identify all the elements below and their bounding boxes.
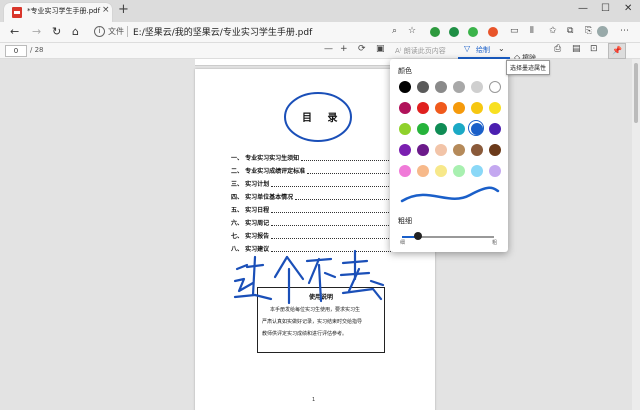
read-aloud-button[interactable]: A⁾ 朗读此页内容 <box>395 46 446 56</box>
zoom-icon[interactable]: ⌕ <box>392 26 397 36</box>
pdf-file-icon <box>12 7 22 18</box>
info-icon[interactable]: i <box>94 26 105 37</box>
maximize-button[interactable]: ☐ <box>601 3 610 14</box>
extension-red-icon[interactable] <box>488 27 498 37</box>
reading-list-icon[interactable]: ▭ <box>510 26 519 36</box>
color-swatch[interactable] <box>453 165 465 177</box>
stroke-preview <box>400 186 500 203</box>
zoom-out-button[interactable]: — <box>324 44 333 54</box>
color-swatch[interactable] <box>399 123 411 135</box>
page-number-input[interactable]: 0 <box>5 45 27 57</box>
tooltip: 选择墨迹属性 <box>506 60 551 75</box>
omnibox[interactable]: i 文件 E:/坚果云/我的坚果云/专业实习学生手册.pdf <box>90 24 410 39</box>
color-swatch[interactable] <box>399 102 411 114</box>
thick-label: 粗 <box>492 240 498 246</box>
color-swatch[interactable] <box>399 165 411 177</box>
pin-toolbar-icon[interactable]: 📌 <box>608 43 626 59</box>
color-swatch[interactable] <box>489 102 501 114</box>
file-label: 文件 <box>108 27 124 36</box>
color-swatch[interactable] <box>453 123 465 135</box>
tab-active[interactable]: *专业实习学生手册.pdf × <box>4 3 112 22</box>
color-swatch[interactable] <box>471 81 483 93</box>
scrollbar[interactable] <box>632 59 640 410</box>
refresh-button[interactable]: ↻ <box>52 25 61 38</box>
browser-window: *专业实习学生手册.pdf × + — ☐ ✕ ← → ↻ ⌂ i 文件 E:/… <box>0 0 640 410</box>
draw-button[interactable]: ▽ 绘制 ⌄ <box>458 44 510 59</box>
color-swatch[interactable] <box>435 102 447 114</box>
draw-label: 绘制 <box>476 46 490 54</box>
favorites-icon[interactable]: ✩ <box>549 26 557 36</box>
new-tab-button[interactable]: + <box>118 3 129 17</box>
color-swatch[interactable] <box>489 165 501 177</box>
thickness-label: 粗细 <box>398 217 412 225</box>
share-icon[interactable]: ⎘ <box>585 26 592 36</box>
favorite-star-icon[interactable]: ☆ <box>408 26 416 36</box>
ink-handwriting <box>233 249 385 305</box>
pdf-toolbar: 0 / 28 — + ⟳ ▣ A⁾ 朗读此页内容 ▽ 绘制 ⌄ ◇ 擦除 ⎙ ▤ … <box>0 43 640 62</box>
color-swatch[interactable] <box>453 144 465 156</box>
rotate-icon[interactable]: ⟳ <box>358 44 366 54</box>
close-window-button[interactable]: ✕ <box>624 3 632 14</box>
tab-title: *专业实习学生手册.pdf <box>27 7 101 15</box>
color-swatch[interactable] <box>399 144 411 156</box>
color-swatch[interactable] <box>417 123 429 135</box>
more-menu-icon[interactable]: ⋯ <box>620 26 629 36</box>
color-swatch[interactable] <box>471 165 483 177</box>
page-total: / 28 <box>30 46 44 54</box>
address-bar: ← → ↻ ⌂ i 文件 E:/坚果云/我的坚果云/专业实习学生手册.pdf ⌕… <box>0 22 640 43</box>
forward-button[interactable]: → <box>32 25 41 38</box>
extension-evernote-icon[interactable] <box>449 27 459 37</box>
fit-page-icon[interactable]: ▣ <box>376 44 385 54</box>
extension-green-icon[interactable] <box>430 27 440 37</box>
color-swatch[interactable] <box>471 102 483 114</box>
color-swatch[interactable] <box>417 165 429 177</box>
color-swatch[interactable] <box>399 81 411 93</box>
color-swatch[interactable] <box>489 144 501 156</box>
color-swatch[interactable] <box>435 165 447 177</box>
ink-circle <box>284 92 352 142</box>
color-swatch[interactable] <box>489 81 501 93</box>
back-button[interactable]: ← <box>10 25 19 38</box>
color-swatch[interactable] <box>471 144 483 156</box>
thickness-slider-thumb[interactable] <box>414 232 422 240</box>
zoom-in-button[interactable]: + <box>340 44 348 54</box>
color-swatch[interactable] <box>453 81 465 93</box>
save-icon[interactable]: ▤ <box>572 44 581 54</box>
color-swatch[interactable] <box>435 123 447 135</box>
color-swatch[interactable] <box>435 81 447 93</box>
profile-avatar[interactable] <box>597 26 608 37</box>
ink-properties-flyout: 颜色 粗细 细 粗 <box>390 59 508 252</box>
omnibox-divider <box>127 26 128 37</box>
chevron-down-icon[interactable]: ⌄ <box>498 44 505 53</box>
save-as-icon[interactable]: ⊡ <box>590 44 598 54</box>
color-label: 颜色 <box>398 67 412 75</box>
color-swatch[interactable] <box>417 102 429 114</box>
home-button[interactable]: ⌂ <box>72 25 79 38</box>
url-text[interactable]: E:/坚果云/我的坚果云/专业实习学生手册.pdf <box>133 25 312 38</box>
print-icon[interactable]: ⎙ <box>554 44 561 54</box>
thin-label: 细 <box>400 240 406 246</box>
color-swatch[interactable] <box>435 144 447 156</box>
tab-close-icon[interactable]: × <box>102 5 110 15</box>
draw-pen-icon: ▽ <box>464 44 471 53</box>
tab-strip: *专业实习学生手册.pdf × + — ☐ ✕ <box>0 0 640 22</box>
split-screen-icon[interactable]: ⫴ <box>530 26 534 36</box>
extension-shield-icon[interactable] <box>468 27 478 37</box>
color-swatch[interactable] <box>453 102 465 114</box>
collections-icon[interactable]: ⧉ <box>567 26 573 36</box>
scrollbar-thumb[interactable] <box>634 63 638 123</box>
pdf-viewer: 目 录 一、 专业实习实习生须知 二、 专业实习成绩评定标准 三、 实习计划 四、 实… <box>0 59 640 410</box>
color-swatch[interactable] <box>489 123 501 135</box>
color-swatch[interactable] <box>468 120 484 136</box>
color-swatch[interactable] <box>417 81 429 93</box>
minimize-button[interactable]: — <box>578 3 588 14</box>
color-swatch[interactable] <box>417 144 429 156</box>
